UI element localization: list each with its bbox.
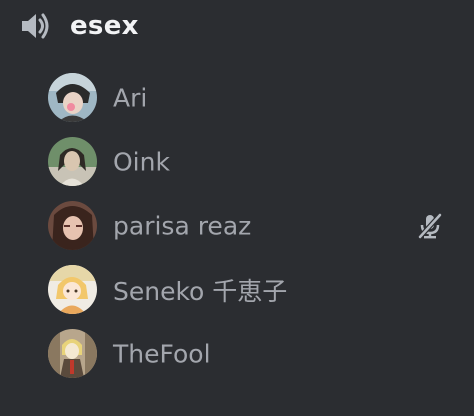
channel-name: esex bbox=[70, 11, 139, 41]
microphone-muted-icon bbox=[417, 212, 443, 240]
user-avatar bbox=[48, 329, 97, 378]
voice-channel-header[interactable]: esex bbox=[18, 6, 139, 46]
user-name: Ari bbox=[113, 83, 148, 113]
user-name: Seneko 千恵子 bbox=[113, 277, 288, 306]
user-name: Oink bbox=[113, 147, 170, 177]
voice-channel-panel: esex Ari Oink parisa reaz Seneko 千恵子 The… bbox=[0, 0, 474, 416]
user-name: parisa reaz bbox=[113, 211, 252, 241]
user-avatar bbox=[48, 137, 97, 186]
user-avatar bbox=[48, 73, 97, 122]
speaker-icon bbox=[22, 13, 49, 39]
voice-user-row[interactable]: Oink bbox=[0, 130, 474, 194]
voice-user-row[interactable]: TheFool bbox=[0, 322, 474, 386]
user-avatar bbox=[48, 265, 97, 314]
user-name: TheFool bbox=[113, 339, 211, 369]
voice-user-list: Ari Oink parisa reaz Seneko 千恵子 TheFool bbox=[0, 66, 474, 386]
voice-user-row[interactable]: parisa reaz bbox=[0, 194, 474, 258]
voice-user-row[interactable]: Seneko 千恵子 bbox=[0, 258, 474, 322]
user-avatar bbox=[48, 201, 97, 250]
voice-user-row[interactable]: Ari bbox=[0, 66, 474, 130]
